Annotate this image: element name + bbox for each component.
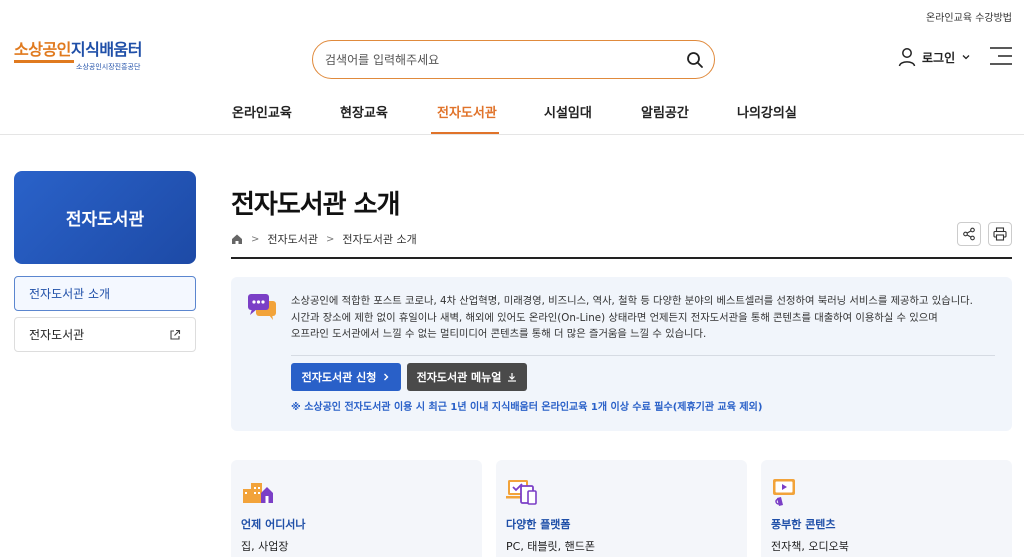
intro-box: 소상공인에 적합한 포스트 코로나, 4차 산업혁명, 미래경영, 비즈니스, … [231,277,1012,431]
feature-card-desc: 전자책, 오디오북 [771,540,849,553]
feature-card-platforms: 다양한 플랫폼 PC, 태블릿, 핸드폰 [496,460,747,557]
sidebar-item-e-library-intro[interactable]: 전자도서관 소개 [14,276,196,311]
sidebar-item-label: 전자도서관 소개 [29,287,111,301]
breadcrumb-separator: > [251,233,260,245]
breadcrumb-item[interactable]: 전자도서관 [267,231,318,247]
logo-subtitle: 소상공인시장진흥공단 [76,63,141,71]
external-link-icon [170,329,181,340]
main-navigation: 온라인교육 현장교육 전자도서관 시설임대 알림공간 나의강의실 [0,88,1024,135]
feature-card-anywhere: 언제 어디서나 집, 사업장 [231,460,482,557]
intro-divider [291,355,995,356]
feature-card-title: 언제 어디서나 [241,518,306,531]
menu-icon[interactable] [990,47,1012,65]
chevron-down-icon [962,55,970,60]
chevron-right-icon [384,373,389,381]
nav-facility-rental[interactable]: 시설임대 [544,102,592,121]
home-icon[interactable] [231,233,243,245]
how-to-enroll-link[interactable]: 온라인교육 수강방법 [926,9,1012,24]
breadcrumb-current: 전자도서관 소개 [342,233,417,246]
intro-line: 소상공인에 적합한 포스트 코로나, 4차 산업혁명, 미래경영, 비즈니스, … [291,295,973,307]
print-icon [993,227,1007,241]
feature-card-title: 다양한 플랫폼 [506,518,571,531]
login-label: 로그인 [922,50,956,65]
page-title: 전자도서관 소개 [231,190,400,220]
apply-e-library-button[interactable]: 전자도서관 신청 [291,363,401,391]
apply-button-label: 전자도서관 신청 [301,371,377,384]
manual-button-label: 전자도서관 메뉴얼 [416,371,502,384]
chat-bubble-icon [248,294,276,320]
feature-card-title: 풍부한 콘텐츠 [771,518,836,531]
sidebar-item-label: 전자도서관 [29,328,85,342]
download-manual-button[interactable]: 전자도서관 메뉴얼 [407,363,527,391]
print-button[interactable] [988,222,1012,246]
feature-card-contents: 풍부한 콘텐츠 전자책, 오디오북 [761,460,1012,557]
download-icon [508,373,517,382]
breadcrumb-separator: > [326,233,335,245]
nav-notice-space[interactable]: 알림공간 [641,102,689,121]
search-bar [312,40,715,79]
devices-icon [506,480,537,505]
login-button[interactable]: 로그인 [898,46,971,68]
site-logo[interactable]: 소상공인지식배움터 소상공인시장진흥공단 [14,40,144,74]
user-icon [898,48,916,67]
nav-e-library[interactable]: 전자도서관 [437,102,497,121]
breadcrumb: > 전자도서관 > 전자도서관 소개 [231,231,417,247]
intro-line: 시간과 장소에 제한 없이 휴일이나 새벽, 해외에 있어도 온라인(On-Li… [291,311,938,324]
share-button[interactable] [957,222,981,246]
title-divider [231,257,1012,259]
feature-card-desc: PC, 태블릿, 핸드폰 [506,540,596,553]
nav-my-classroom[interactable]: 나의강의실 [737,102,797,121]
logo-underline [14,60,74,63]
nav-online-education[interactable]: 온라인교육 [232,102,292,121]
share-icon [963,227,975,241]
search-input[interactable] [325,50,665,70]
media-icon [773,479,795,506]
nav-field-education[interactable]: 현장교육 [340,102,388,121]
intro-line: 오프라인 도서관에서 느낄 수 없는 멀티미디어 콘텐츠를 통해 더 많은 즐거… [291,328,707,340]
logo-text-part2: 지식배움터 [70,40,143,59]
sidebar-title: 전자도서관 [14,171,196,264]
nav-active-indicator [431,132,499,134]
search-icon[interactable] [686,51,704,69]
sidebar-item-e-library[interactable]: 전자도서관 [14,317,196,352]
intro-description: 소상공인에 적합한 포스트 코로나, 4차 산업혁명, 미래경영, 비즈니스, … [291,293,1001,343]
feature-card-desc: 집, 사업장 [241,540,289,553]
logo-text-part1: 소상공인 [14,40,71,59]
buildings-icon [243,483,273,503]
eligibility-note: ※ 소상공인 전자도서관 이용 시 최근 1년 이내 지식배움터 온라인교육 1… [291,402,763,413]
